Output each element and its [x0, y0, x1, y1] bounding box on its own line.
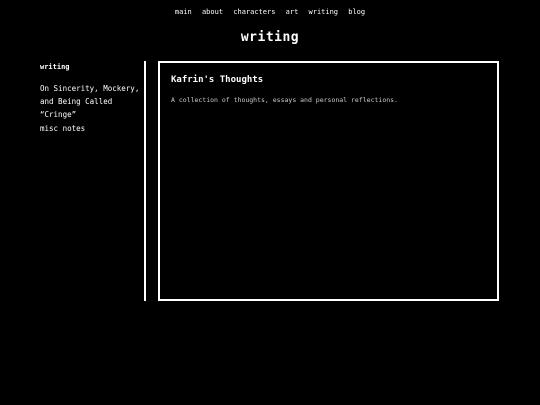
sidebar: writing On Sincerity, Mockery, and Being… — [40, 62, 140, 136]
content-title: Kafrin's Thoughts — [171, 75, 264, 85]
sidebar-item-on-sincerity[interactable]: On Sincerity, Mockery, and Being Called … — [40, 82, 140, 121]
top-nav: main about characters art writing blog — [0, 7, 540, 17]
nav-link-art[interactable]: art — [286, 8, 299, 16]
page-title: writing — [240, 30, 300, 45]
sidebar-heading: writing — [40, 63, 70, 71]
content-description: A collection of thoughts, essays and per… — [171, 96, 398, 104]
content-panel: Kafrin's Thoughts A collection of though… — [158, 61, 499, 301]
nav-link-main[interactable]: main — [175, 8, 192, 16]
nav-link-characters[interactable]: characters — [233, 8, 275, 16]
nav-link-writing[interactable]: writing — [309, 8, 339, 16]
nav-link-blog[interactable]: blog — [348, 8, 365, 16]
sidebar-item-misc-notes[interactable]: misc notes — [40, 122, 140, 135]
vertical-divider — [144, 61, 146, 301]
nav-link-about[interactable]: about — [202, 8, 223, 16]
